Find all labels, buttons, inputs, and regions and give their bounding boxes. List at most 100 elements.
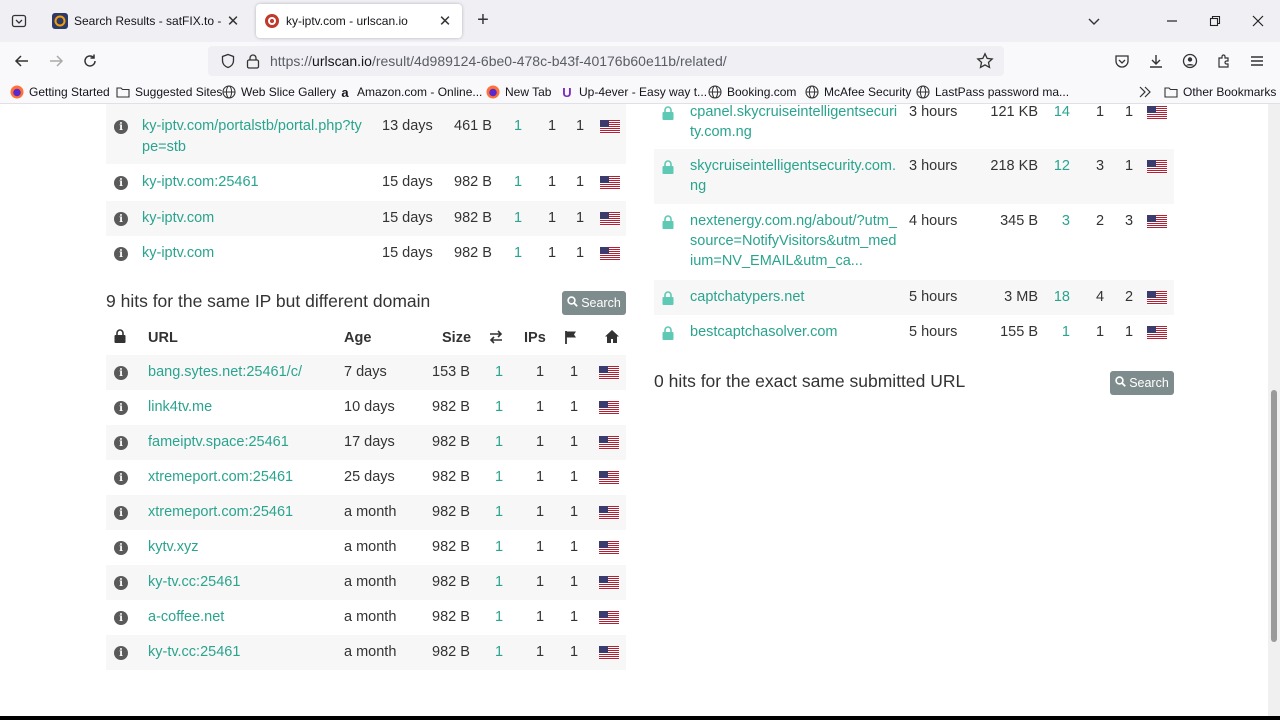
bookmark-lastpass[interactable]: LastPass password ma... [916, 84, 1069, 100]
minimize-icon[interactable] [1160, 10, 1184, 32]
reload-icon[interactable] [78, 50, 102, 72]
info-icon[interactable]: i [114, 541, 128, 555]
info-icon[interactable]: i [114, 436, 128, 450]
close-window-icon[interactable] [1246, 10, 1270, 32]
menu-hamburger-icon[interactable] [1245, 50, 1269, 72]
shield-icon[interactable] [220, 53, 236, 74]
result-url[interactable]: xtremeport.com:25461 [148, 469, 293, 485]
result-url-line[interactable]: ty.com.ng [690, 124, 752, 140]
requests-cell[interactable]: 1 [495, 539, 503, 555]
same-ip-search-button[interactable]: Search [562, 291, 626, 315]
result-url[interactable]: fameiptv.space:25461 [148, 434, 289, 450]
new-tab-plus-icon[interactable]: + [472, 10, 494, 32]
bookmark-booking[interactable]: Booking.com [708, 84, 796, 100]
result-url[interactable]: ky-tv.cc:25461 [148, 574, 240, 590]
result-url[interactable]: bang.sytes.net:25461/c/ [148, 364, 302, 380]
requests-cell[interactable]: 12 [1044, 158, 1070, 174]
requests-cell[interactable]: 1 [514, 118, 522, 134]
requests-cell[interactable]: 18 [1044, 289, 1070, 305]
address-bar[interactable]: https://urlscan.io/result/4d989124-6be0-… [208, 46, 1004, 76]
list-all-tabs-icon[interactable] [8, 10, 30, 32]
requests-cell[interactable]: 1 [495, 644, 503, 660]
requests-cell[interactable]: 1 [495, 399, 503, 415]
url-column-header[interactable]: URL [148, 330, 178, 346]
info-icon[interactable]: i [114, 506, 128, 520]
bookmark-up-4ever[interactable]: U Up-4ever - Easy way t... [560, 84, 707, 100]
bookmark-getting-started[interactable]: Getting Started [10, 84, 110, 100]
requests-cell[interactable]: 3 [1044, 213, 1070, 229]
close-tab-icon[interactable]: ✕ [436, 12, 454, 30]
result-url[interactable]: kytv.xyz [148, 539, 198, 555]
size-cell: 982 B [432, 399, 470, 415]
bookmark-new-tab[interactable]: New Tab [486, 84, 551, 100]
result-url[interactable]: ky-iptv.com:25461 [142, 174, 259, 190]
bookmark-mcafee[interactable]: McAfee Security [805, 84, 911, 100]
result-url-line[interactable]: cpanel.skycruiseintelligentsecuri [690, 104, 897, 120]
result-url[interactable]: xtremeport.com:25461 [148, 504, 293, 520]
result-url[interactable]: ky-iptv.com [142, 210, 214, 226]
result-url[interactable]: link4tv.me [148, 399, 212, 415]
us-flag-icon [599, 576, 619, 590]
requests-cell[interactable]: 14 [1044, 104, 1070, 120]
more-bookmarks-chevron-icon[interactable] [1138, 84, 1152, 100]
tab-search-results[interactable]: Search Results - satFIX.to - FTA ✕ [44, 4, 250, 38]
bookmark-suggested-sites[interactable]: Suggested Sites [116, 84, 222, 100]
info-icon[interactable]: i [114, 576, 128, 590]
result-url-line[interactable]: pe=stb [142, 139, 186, 155]
result-url-line[interactable]: ng [690, 178, 706, 194]
ips-column-header[interactable]: IPs [524, 330, 546, 346]
info-icon[interactable]: i [114, 471, 128, 485]
requests-cell[interactable]: 1 [514, 174, 522, 190]
requests-cell[interactable]: 1 [495, 574, 503, 590]
close-tab-icon[interactable]: ✕ [224, 12, 242, 30]
url-text[interactable]: https://urlscan.io/result/4d989124-6be0-… [270, 53, 727, 69]
requests-cell[interactable]: 1 [495, 609, 503, 625]
info-icon[interactable]: i [114, 247, 128, 261]
scrollbar-thumb[interactable] [1271, 390, 1277, 642]
ips-cell: 1 [536, 469, 545, 485]
tab-urlscan[interactable]: ky-iptv.com - urlscan.io ✕ [256, 4, 462, 38]
requests-cell[interactable]: 1 [495, 504, 503, 520]
result-url[interactable]: ky-tv.cc:25461 [148, 644, 240, 660]
result-url-line[interactable]: ium=NV_EMAIL&utm_ca... [690, 253, 863, 269]
other-bookmarks[interactable]: Other Bookmarks [1164, 84, 1276, 100]
result-url[interactable]: a-coffee.net [148, 609, 224, 625]
info-icon[interactable]: i [114, 646, 128, 660]
info-icon[interactable]: i [114, 611, 128, 625]
restore-icon[interactable] [1203, 10, 1227, 32]
forward-arrow-icon[interactable] [44, 50, 68, 72]
info-icon[interactable]: i [114, 401, 128, 415]
download-icon[interactable] [1144, 50, 1168, 72]
padlock-icon[interactable] [246, 53, 260, 74]
bookmark-amazon[interactable]: a Amazon.com - Online... [338, 84, 482, 100]
result-url-line[interactable]: source=NotifyVisitors&utm_med [690, 233, 896, 249]
bookmark-star-icon[interactable] [976, 52, 994, 75]
account-icon[interactable] [1178, 50, 1202, 72]
extensions-icon[interactable] [1212, 50, 1236, 72]
table-row: i ky-iptv.com/portalstb/portal.php?ty pe… [106, 104, 626, 164]
back-arrow-icon[interactable] [10, 50, 34, 72]
exact-url-search-button[interactable]: Search [1110, 371, 1174, 395]
chevron-down-icon[interactable] [1082, 10, 1106, 32]
info-icon[interactable]: i [114, 120, 128, 134]
size-column-header[interactable]: Size [442, 330, 471, 346]
requests-cell[interactable]: 1 [514, 245, 522, 261]
info-icon[interactable]: i [114, 176, 128, 190]
info-icon[interactable]: i [114, 366, 128, 380]
result-url[interactable]: ky-iptv.com [142, 245, 214, 261]
requests-cell[interactable]: 1 [1044, 324, 1070, 340]
info-icon[interactable]: i [114, 212, 128, 226]
requests-cell[interactable]: 1 [495, 434, 503, 450]
result-url-line[interactable]: bestcaptchasolver.com [690, 324, 838, 340]
result-url-line[interactable]: skycruiseintelligentsecurity.com. [690, 158, 896, 174]
requests-cell[interactable]: 1 [495, 469, 503, 485]
requests-cell[interactable]: 1 [514, 210, 522, 226]
result-url-line[interactable]: captchatypers.net [690, 289, 804, 305]
pocket-icon[interactable] [1110, 50, 1134, 72]
requests-cell[interactable]: 1 [495, 364, 503, 380]
result-url-line[interactable]: ky-iptv.com/portalstb/portal.php?ty [142, 118, 362, 134]
table-row: i kytv.xyz a month 982 B 1 1 1 [106, 530, 626, 565]
age-column-header[interactable]: Age [344, 330, 371, 346]
result-url-line[interactable]: nextenergy.com.ng/about/?utm_ [690, 213, 897, 229]
bookmark-web-slice-gallery[interactable]: Web Slice Gallery [222, 84, 336, 100]
